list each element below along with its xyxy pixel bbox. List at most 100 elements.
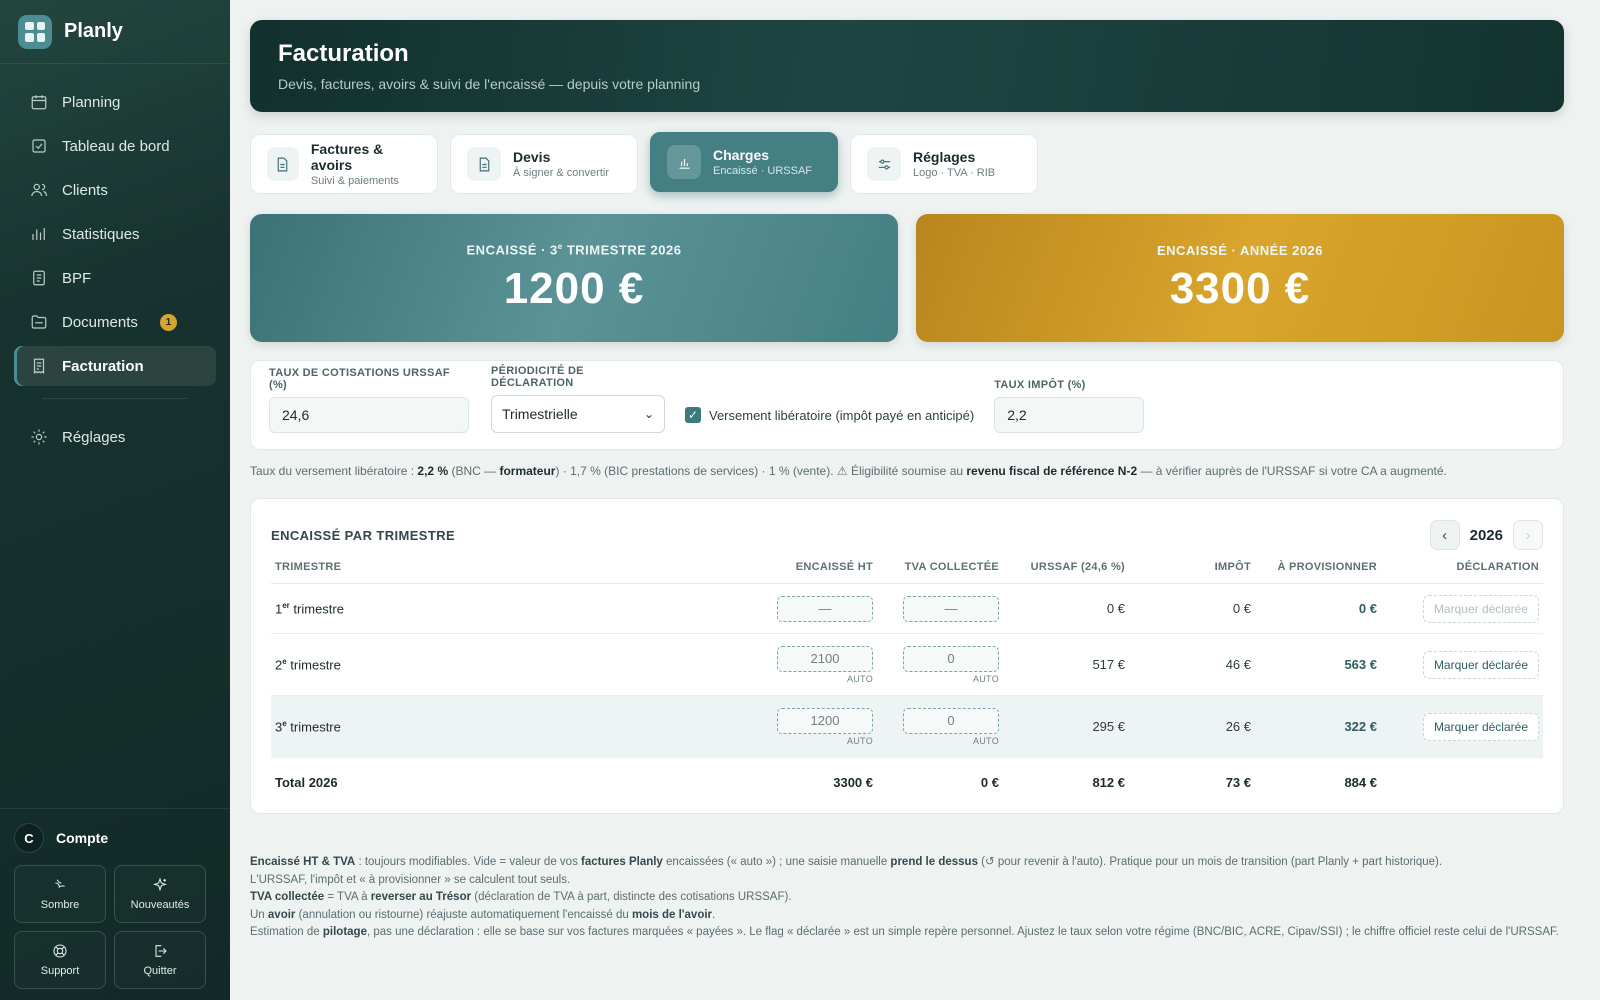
total-tax: 73 € <box>1225 775 1251 791</box>
sidebar-item-statistics[interactable]: Statistiques <box>14 214 216 254</box>
quarterly-table-card: ENCAISSÉ PAR TRIMESTRE ‹ 2026 › TRIMESTR… <box>250 498 1564 814</box>
tax-rate-label: TAUX IMPÔT (%) <box>994 379 1086 391</box>
tab-title: Factures & avoirs <box>310 141 384 173</box>
document-icon <box>33 270 45 286</box>
mark-declared-button[interactable]: Marquer déclarée <box>1422 650 1539 679</box>
table-row: 2e trimestre 2100 AUTO 0 AUTO 517 € 46 € 5… <box>271 633 1543 696</box>
table-row: 1er trimestre — — 0 € 0 € 0 € Marquer dé… <box>271 583 1543 634</box>
period-select[interactable]: Trimestrielle ⌄ <box>491 395 665 433</box>
users-icon <box>31 183 48 197</box>
logout-button[interactable]: Quitter <box>114 931 206 989</box>
whats-new-label: Nouveautés <box>130 899 190 911</box>
sidebar-item-dashboard[interactable]: Tableau de bord <box>14 126 216 166</box>
mark-declared-button[interactable]: Marquer déclarée <box>1422 594 1539 623</box>
sidebar-item-documents[interactable]: Documents 1 <box>14 302 216 342</box>
tab-quotes[interactable]: Devis À signer & convertir <box>450 134 638 194</box>
vat-input[interactable]: 0 <box>903 707 999 734</box>
sidebar-item-label: Clients <box>62 181 108 199</box>
vat-input[interactable]: 0 <box>903 645 999 672</box>
sidebar-divider <box>42 398 188 399</box>
auto-label: AUTO <box>846 673 873 684</box>
year-navigator: ‹ 2026 › <box>1429 520 1543 550</box>
file-icon <box>267 147 299 181</box>
dark-mode-button[interactable]: Sombre <box>14 865 106 923</box>
kpi-label: ENCAISSÉ · ANNÉE 2026 <box>1156 242 1324 258</box>
tab-settings[interactable]: Réglages Logo · TVA · RIB <box>850 134 1038 194</box>
liberatoire-checkbox[interactable]: ✓ <box>685 407 701 423</box>
logout-icon <box>155 945 167 957</box>
collected-ht-input[interactable]: — <box>777 595 873 622</box>
sidebar-item-billing[interactable]: Facturation <box>14 346 216 386</box>
avatar: C <box>14 823 44 853</box>
auto-label: AUTO <box>846 735 873 746</box>
kpi-row: ENCAISSÉ · 3e TRIMESTRE 2026 1200 € ENCA… <box>250 214 1564 342</box>
liberatoire-label: Versement libératoire (impôt payé en ant… <box>709 407 975 423</box>
support-button[interactable]: Support <box>14 931 106 989</box>
total-ht: 3300 € <box>833 775 873 791</box>
period-value: Trimestrielle <box>502 406 578 422</box>
notification-badge: 1 <box>159 313 177 331</box>
table-row: 3e trimestre 1200 AUTO 0 AUTO 295 € 26 € 3… <box>271 695 1543 758</box>
kpi-value: 3300 € <box>1169 263 1311 313</box>
tax-value: 0 € <box>1129 583 1255 634</box>
quarterly-table: TRIMESTRE ENCAISSÉ HT TVA COLLECTÉE URSS… <box>271 561 1543 808</box>
support-label: Support <box>40 965 80 977</box>
note-line: Estimation de pilotage, pas une déclarat… <box>250 926 1559 938</box>
urssaf-rate-input[interactable]: 24,6 <box>269 397 469 433</box>
tax-settings-panel: TAUX DE COTISATIONS URSSAF (%) 24,6 PÉRI… <box>250 360 1564 450</box>
sidebar-item-planning[interactable]: Planning <box>14 82 216 122</box>
tab-subtitle: Encaissé · URSSAF <box>713 165 813 177</box>
provision-value: 0 € <box>1255 583 1381 634</box>
tab-subtitle: Logo · TVA · RIB <box>913 167 996 179</box>
lifebuoy-icon <box>53 944 67 958</box>
previous-year-button[interactable]: ‹ <box>1429 520 1460 550</box>
total-provision: 884 € <box>1344 775 1377 791</box>
tab-invoices[interactable]: Factures & avoirs Suivi & paiements <box>250 134 438 194</box>
sun-gear-icon <box>31 429 47 445</box>
sidebar-item-bpf[interactable]: BPF <box>14 258 216 298</box>
whats-new-button[interactable]: Nouveautés <box>114 865 206 923</box>
bar-chart-icon <box>667 145 701 179</box>
kpi-quarter-collected: ENCAISSÉ · 3e TRIMESTRE 2026 1200 € <box>250 214 898 342</box>
liberatoire-note: Taux du versement libératoire : 2,2 % (B… <box>250 464 1447 478</box>
sidebar-item-label: Planning <box>62 93 121 111</box>
note-line: TVA collectée = TVA à reverser au Trésor… <box>250 891 792 903</box>
sidebar-item-label: Réglages <box>62 428 126 446</box>
sliders-icon <box>867 147 901 181</box>
vat-input[interactable]: — <box>903 595 999 622</box>
collected-ht-input[interactable]: 2100 <box>777 645 873 672</box>
brand[interactable]: Planly <box>0 0 230 64</box>
account-actions: Sombre Nouveautés Support Quitter <box>14 865 216 989</box>
liberatoire-checkbox-row[interactable]: ✓ Versement libératoire (impôt payé en a… <box>685 397 974 433</box>
provision-value: 322 € <box>1255 695 1381 758</box>
account-label: Compte <box>56 830 109 846</box>
sidebar-item-settings[interactable]: Réglages <box>14 417 216 457</box>
chevron-down-icon: ⌄ <box>643 407 654 421</box>
mark-declared-button[interactable]: Marquer déclarée <box>1422 712 1539 741</box>
receipt-icon <box>33 358 45 374</box>
folder-icon <box>31 315 47 329</box>
urssaf-value: 295 € <box>1003 695 1129 758</box>
tax-value: 26 € <box>1129 695 1255 758</box>
sidebar: Planly Planning Tableau de bord Clients … <box>0 0 230 1000</box>
collected-ht-input[interactable]: 1200 <box>777 707 873 734</box>
sidebar-nav: Planning Tableau de bord Clients Statist… <box>0 64 230 457</box>
next-year-button[interactable]: › <box>1513 520 1543 550</box>
main-content: Facturation Devis, factures, avoirs & su… <box>250 20 1564 942</box>
sparkle-icon <box>152 877 168 892</box>
quarter-label: 2e trimestre <box>271 633 747 696</box>
column-header: TRIMESTRE <box>271 561 747 584</box>
kpi-value: 1200 € <box>503 263 645 313</box>
tax-rate-input[interactable]: 2,2 <box>994 397 1145 433</box>
auto-label: AUTO <box>972 673 999 684</box>
note-line: Un avoir (annulation ou ristourne) réaju… <box>250 908 716 921</box>
sidebar-item-label: Documents <box>62 313 138 331</box>
quarter-label: 3e trimestre <box>271 695 747 758</box>
app-name: Planly <box>64 20 123 42</box>
column-header: IMPÔT <box>1129 561 1255 584</box>
account-menu[interactable]: C Compte <box>14 823 216 853</box>
tab-charges[interactable]: Charges Encaissé · URSSAF <box>650 132 838 192</box>
urssaf-rate-field: TAUX DE COTISATIONS URSSAF (%) 24,6 <box>269 367 469 433</box>
sidebar-item-clients[interactable]: Clients <box>14 170 216 210</box>
current-year: 2026 <box>1469 526 1503 544</box>
